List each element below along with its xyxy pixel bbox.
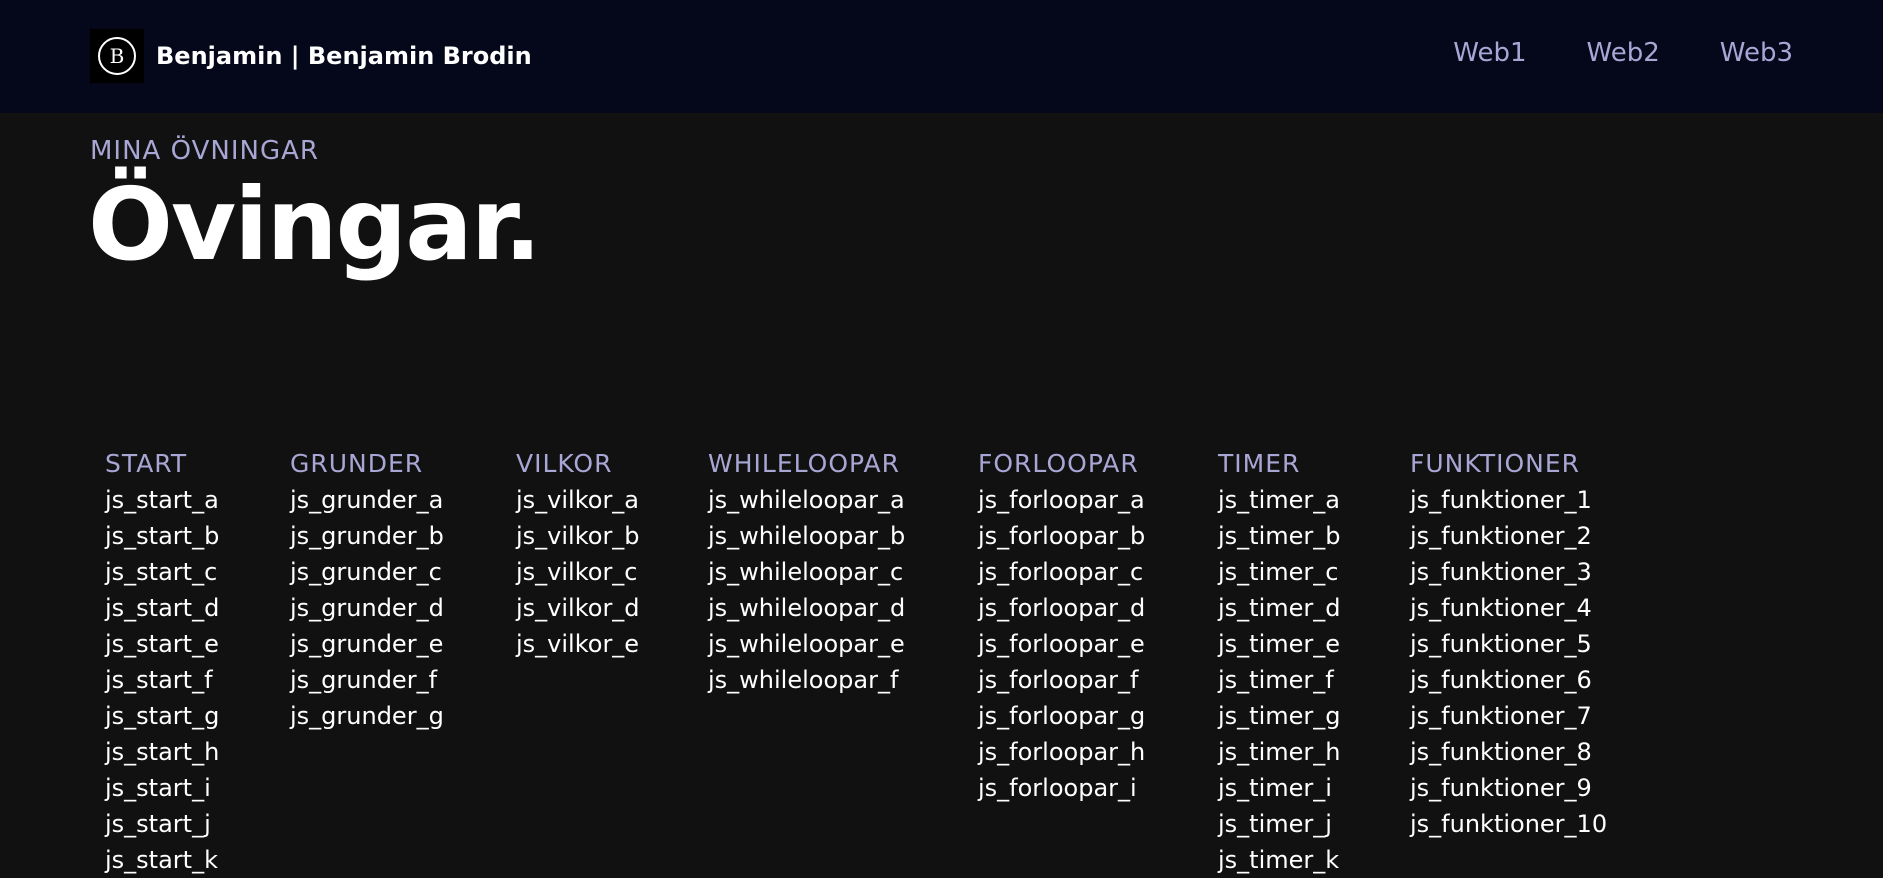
exercise-link[interactable]: js_funktioner_7: [1410, 698, 1607, 734]
exercise-link[interactable]: js_forloopar_a: [978, 482, 1145, 518]
section-heading: FUNKTIONER: [1410, 449, 1581, 478]
exercise-link[interactable]: js_start_h: [105, 734, 219, 770]
exercise-link[interactable]: js_funktioner_8: [1410, 734, 1607, 770]
exercise-link[interactable]: js_timer_i: [1218, 770, 1341, 806]
exercise-link[interactable]: js_funktioner_5: [1410, 626, 1607, 662]
exercise-link[interactable]: js_grunder_e: [290, 626, 444, 662]
exercise-link[interactable]: js_grunder_f: [290, 662, 444, 698]
exercise-link[interactable]: js_timer_h: [1218, 734, 1341, 770]
exercise-link[interactable]: js_grunder_d: [290, 590, 444, 626]
section-heading: VILKOR: [516, 449, 613, 478]
nav-link-web2[interactable]: Web2: [1587, 38, 1660, 68]
section-start: START js_start_a js_start_b js_start_c js_s…: [105, 446, 219, 878]
exercise-link[interactable]: js_funktioner_4: [1410, 590, 1607, 626]
exercise-link[interactable]: js_whileloopar_b: [708, 518, 905, 554]
exercise-link[interactable]: js_whileloopar_c: [708, 554, 905, 590]
brand-name[interactable]: Benjamin | Benjamin Brodin: [156, 42, 532, 70]
section-grunder: GRUNDER js_grunder_a js_grunder_b js_grund…: [290, 446, 444, 734]
exercise-link[interactable]: js_grunder_a: [290, 482, 444, 518]
exercise-link[interactable]: js_start_f: [105, 662, 219, 698]
brand[interactable]: B Benjamin | Benjamin Brodin: [90, 29, 532, 83]
section-vilkor: VILKOR js_vilkor_a js_vilkor_b js_vilkor_c…: [516, 446, 640, 662]
exercise-link[interactable]: js_timer_g: [1218, 698, 1341, 734]
exercise-link[interactable]: js_funktioner_6: [1410, 662, 1607, 698]
exercise-link[interactable]: js_start_e: [105, 626, 219, 662]
exercise-link[interactable]: js_start_c: [105, 554, 219, 590]
section-heading: FORLOOPAR: [978, 449, 1139, 478]
section-heading: GRUNDER: [290, 449, 424, 478]
exercise-link[interactable]: js_grunder_b: [290, 518, 444, 554]
exercise-link[interactable]: js_timer_c: [1218, 554, 1341, 590]
exercise-link[interactable]: js_timer_b: [1218, 518, 1341, 554]
exercise-link[interactable]: js_vilkor_e: [516, 626, 640, 662]
exercise-link[interactable]: js_funktioner_3: [1410, 554, 1607, 590]
exercise-link[interactable]: js_whileloopar_e: [708, 626, 905, 662]
exercise-link[interactable]: js_timer_k: [1218, 842, 1341, 878]
exercise-link[interactable]: js_funktioner_2: [1410, 518, 1607, 554]
exercise-link[interactable]: js_start_b: [105, 518, 219, 554]
section-heading: START: [105, 449, 188, 478]
exercise-link[interactable]: js_timer_j: [1218, 806, 1341, 842]
logo-icon[interactable]: B: [90, 29, 144, 83]
exercise-link[interactable]: js_timer_d: [1218, 590, 1341, 626]
page-title: Övingar.: [88, 166, 542, 283]
exercise-link[interactable]: js_timer_a: [1218, 482, 1341, 518]
exercise-link[interactable]: js_funktioner_10: [1410, 806, 1607, 842]
exercise-link[interactable]: js_grunder_g: [290, 698, 444, 734]
main-nav: Web1 Web2 Web3: [1453, 38, 1793, 68]
exercise-link[interactable]: js_start_j: [105, 806, 219, 842]
exercise-link[interactable]: js_start_a: [105, 482, 219, 518]
exercise-link[interactable]: js_forloopar_h: [978, 734, 1145, 770]
top-navbar: B Benjamin | Benjamin Brodin Web1 Web2 W…: [0, 0, 1883, 113]
exercise-link[interactable]: js_funktioner_9: [1410, 770, 1607, 806]
exercise-link[interactable]: js_vilkor_d: [516, 590, 640, 626]
exercise-link[interactable]: js_forloopar_d: [978, 590, 1145, 626]
exercise-link[interactable]: js_vilkor_b: [516, 518, 640, 554]
exercise-link[interactable]: js_funktioner_1: [1410, 482, 1607, 518]
logo-monogram: B: [98, 37, 136, 75]
section-whileloopar: WHILELOOPAR js_whileloopar_a js_whileloop…: [708, 446, 905, 698]
exercise-link[interactable]: js_forloopar_i: [978, 770, 1145, 806]
exercise-link[interactable]: js_forloopar_f: [978, 662, 1145, 698]
exercise-link[interactable]: js_forloopar_g: [978, 698, 1145, 734]
section-forloopar: FORLOOPAR js_forloopar_a js_forloopar_b js…: [978, 446, 1145, 806]
section-heading: WHILELOOPAR: [708, 449, 900, 478]
exercise-link[interactable]: js_start_i: [105, 770, 219, 806]
exercise-link[interactable]: js_whileloopar_f: [708, 662, 905, 698]
exercise-link[interactable]: js_vilkor_c: [516, 554, 640, 590]
exercise-link[interactable]: js_whileloopar_a: [708, 482, 905, 518]
exercise-link[interactable]: js_start_d: [105, 590, 219, 626]
exercise-link[interactable]: js_timer_e: [1218, 626, 1341, 662]
exercise-link[interactable]: js_forloopar_b: [978, 518, 1145, 554]
exercise-link[interactable]: js_grunder_c: [290, 554, 444, 590]
exercise-link[interactable]: js_timer_f: [1218, 662, 1341, 698]
section-funktioner: FUNKTIONER js_funktioner_1 js_funktioner_…: [1410, 446, 1607, 842]
exercise-link[interactable]: js_forloopar_c: [978, 554, 1145, 590]
page-subtitle: MINA ÖVNINGAR: [90, 136, 319, 166]
exercise-link[interactable]: js_start_g: [105, 698, 219, 734]
exercise-link[interactable]: js_forloopar_e: [978, 626, 1145, 662]
exercise-link[interactable]: js_start_k: [105, 842, 219, 878]
section-heading: TIMER: [1218, 449, 1301, 478]
nav-link-web3[interactable]: Web3: [1720, 38, 1793, 68]
nav-link-web1[interactable]: Web1: [1453, 38, 1526, 68]
exercise-link[interactable]: js_vilkor_a: [516, 482, 640, 518]
exercise-link[interactable]: js_whileloopar_d: [708, 590, 905, 626]
section-timer: TIMER js_timer_a js_timer_b js_timer_c js_t…: [1218, 446, 1341, 878]
